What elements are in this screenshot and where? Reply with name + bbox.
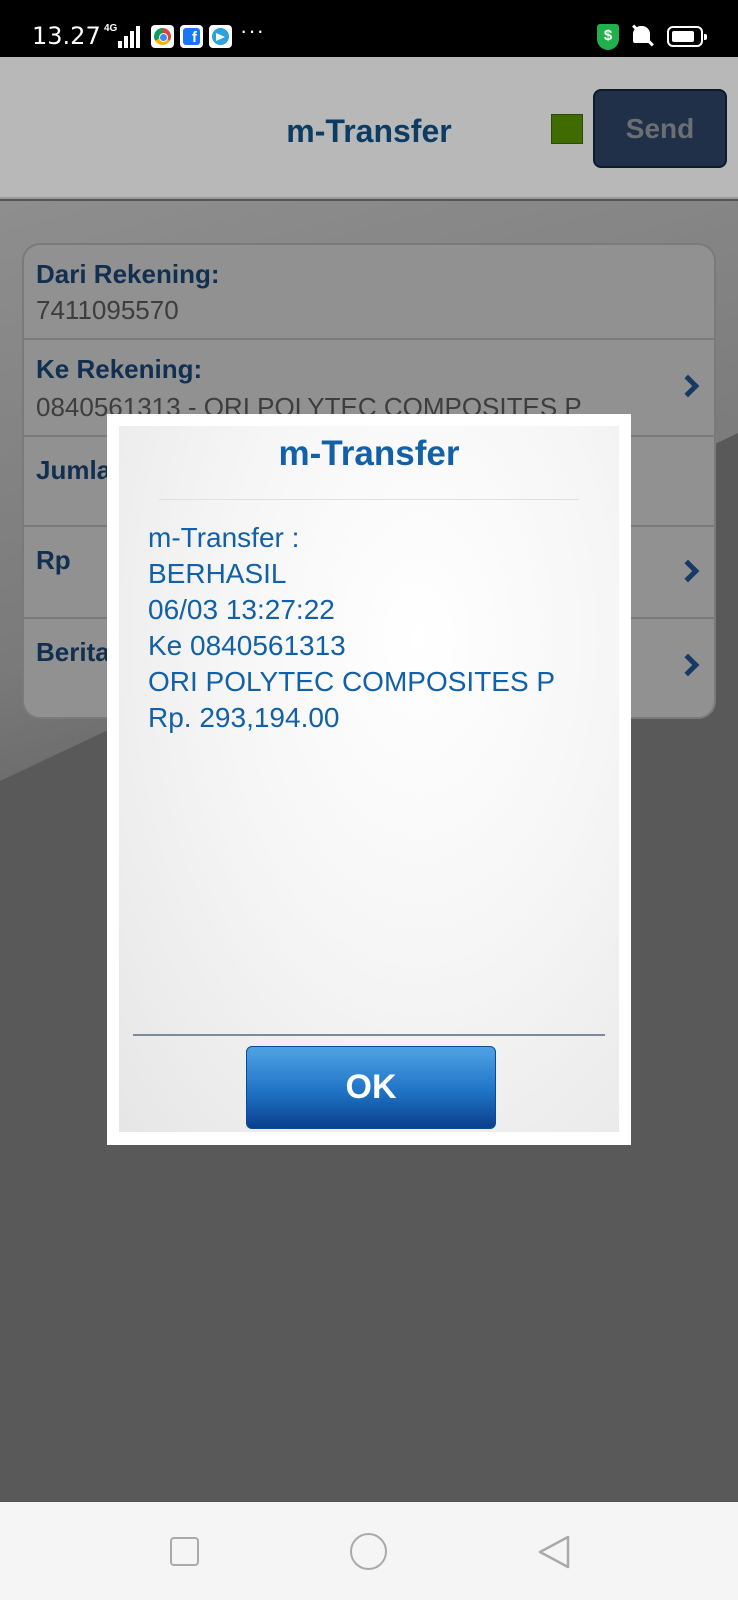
message-line: m-Transfer : bbox=[148, 522, 300, 553]
dialog-message: m-Transfer : BERHASIL 06/03 13:27:22 Ke … bbox=[148, 520, 555, 736]
mute-icon bbox=[629, 24, 659, 48]
status-indicator bbox=[551, 114, 583, 144]
status-bar: 13.27 4G f ··· $ bbox=[0, 0, 738, 57]
to-account-label: Ke Rekening: bbox=[36, 354, 203, 384]
divider bbox=[133, 1034, 605, 1036]
send-button[interactable]: Send bbox=[593, 89, 727, 168]
facebook-icon: f bbox=[180, 25, 203, 48]
battery-icon bbox=[667, 26, 707, 47]
recents-square-icon[interactable] bbox=[170, 1537, 199, 1566]
message-line: ORI POLYTEC COMPOSITES P bbox=[148, 666, 556, 697]
message-line: BERHASIL bbox=[148, 558, 287, 589]
telegram-icon bbox=[209, 25, 232, 48]
message-label: Berita bbox=[36, 637, 110, 667]
chevron-right-icon bbox=[676, 559, 700, 583]
status-time: 13.27 bbox=[32, 22, 101, 50]
back-triangle-icon[interactable] bbox=[536, 1534, 572, 1570]
system-nav-bar bbox=[0, 1502, 738, 1600]
home-circle-icon[interactable] bbox=[350, 1533, 387, 1570]
dialog-body: m-Transfer m-Transfer : BERHASIL 06/03 1… bbox=[119, 426, 619, 1132]
from-account-value: 7411095570 bbox=[36, 295, 179, 325]
more-notifications-icon: ··· bbox=[240, 18, 265, 43]
shield-icon: $ bbox=[597, 24, 619, 50]
dialog-title: m-Transfer bbox=[278, 434, 460, 473]
app-header: m-Transfer Send bbox=[0, 57, 738, 199]
signal-icon bbox=[118, 26, 142, 48]
message-line: Rp. 293,194.00 bbox=[148, 702, 340, 733]
divider bbox=[159, 499, 579, 500]
result-dialog: m-Transfer m-Transfer : BERHASIL 06/03 1… bbox=[107, 414, 631, 1145]
chevron-right-icon bbox=[676, 653, 700, 677]
from-account-label: Dari Rekening: bbox=[36, 259, 220, 289]
currency-label: Rp bbox=[36, 545, 71, 575]
amount-label: Jumla bbox=[36, 455, 112, 485]
chevron-right-icon bbox=[676, 374, 700, 398]
chrome-icon bbox=[151, 25, 174, 48]
ok-button[interactable]: OK bbox=[246, 1046, 496, 1129]
message-line: Ke 0840561313 bbox=[148, 630, 346, 661]
network-type: 4G bbox=[104, 23, 118, 34]
message-line: 06/03 13:27:22 bbox=[148, 594, 335, 625]
from-account-row: Dari Rekening: 7411095570 bbox=[24, 245, 714, 340]
